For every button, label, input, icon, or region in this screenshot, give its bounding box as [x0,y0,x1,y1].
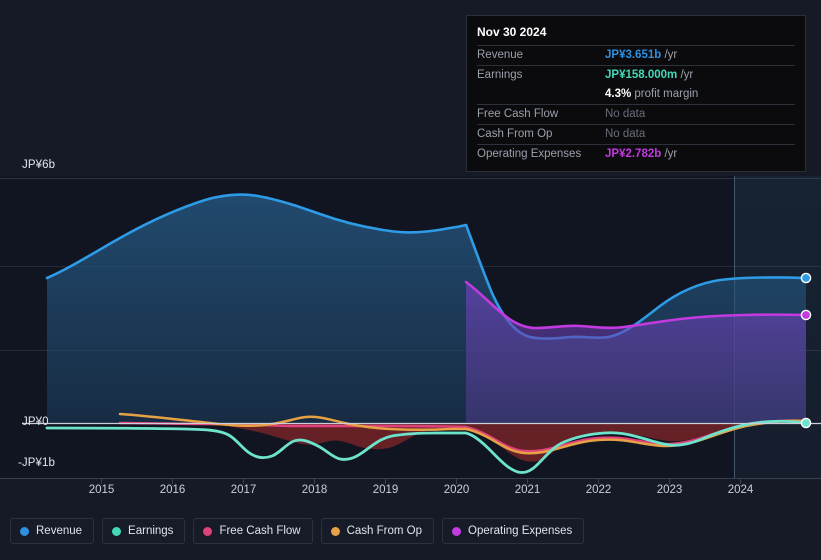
x-axis-tick-2015: 2015 [88,484,115,496]
tooltip-row: Operating Expenses JP¥2.782b /yr [477,144,795,164]
chart-legend: Revenue Earnings Free Cash Flow Cash From O… [10,518,585,544]
tooltip-amount: 4.3% [605,88,632,100]
tooltip-no-data: No data [605,128,646,140]
tooltip-row-value: No data [605,128,645,140]
tooltip-row: Revenue JP¥3.651b /yr [477,45,795,65]
endpoint-opex [800,309,812,321]
tooltip-amount: JP¥2.782b [605,148,662,160]
x-axis-tick-2024: 2024 [727,484,754,496]
y-axis-label-negative: -JP¥1b [18,457,56,469]
legend-color-dot-icon [452,526,462,536]
legend-item-label: Free Cash Flow [219,525,301,537]
x-axis-tick-2021: 2021 [514,484,541,496]
legend-item-revenue[interactable]: Revenue [10,518,95,544]
tooltip-date: Nov 30 2024 [477,25,547,39]
x-axis-tick-2016: 2016 [159,484,186,496]
tooltip-unit: /yr [661,148,678,160]
tooltip-row-value: No data [605,108,645,120]
x-axis-tick-2023: 2023 [656,484,683,496]
tooltip-row-label: Earnings [477,69,523,81]
x-axis-tick-2017: 2017 [230,484,257,496]
financial-chart-widget: JP¥6b JP¥0 -JP¥1b 2015 2016 2017 2018 2019 20… [0,0,821,560]
endpoint-revenue [800,272,812,284]
legend-color-dot-icon [112,526,122,536]
tooltip-row-value: 4.3% profit margin [605,88,698,100]
tooltip-unit: /yr [661,49,678,61]
tooltip-row-value: JP¥158.000m /yr [605,69,693,81]
legend-color-dot-icon [20,526,29,536]
legend-item-free-cash-flow[interactable]: Free Cash Flow [193,518,313,544]
x-axis-tick-2018: 2018 [301,484,328,496]
tooltip-row-label: Operating Expenses [477,148,582,160]
tooltip-row: Free Cash Flow No data [477,104,795,124]
data-tooltip: Nov 30 2024 Revenue JP¥3.651b /yr Earnings… [466,15,806,172]
legend-item-label: Revenue [36,525,83,537]
legend-item-label: Earnings [128,525,174,537]
legend-item-label: Cash From Op [346,525,423,537]
tooltip-no-data: No data [605,108,646,120]
tooltip-row-value: JP¥2.782b /yr [605,148,677,160]
x-axis-tick-2020: 2020 [443,484,470,496]
tooltip-unit: /yr [677,69,694,81]
tooltip-row: Cash From Op No data [477,124,795,144]
tooltip-row: Earnings JP¥158.000m /yr [477,65,795,85]
tooltip-row: 4.3% profit margin [477,85,795,104]
tooltip-row-label: Free Cash Flow [477,108,559,120]
tooltip-row-value: JP¥3.651b /yr [605,49,677,61]
tooltip-unit: profit margin [631,88,699,100]
endpoint-earnings [800,417,812,429]
tooltip-amount: JP¥158.000m [605,69,678,81]
legend-item-cash-from-op[interactable]: Cash From Op [320,518,435,544]
tooltip-row-label: Revenue [477,49,524,61]
legend-item-operating-expenses[interactable]: Operating Expenses [442,518,585,544]
tooltip-amount: JP¥3.651b [605,49,662,61]
tooltip-row-label: Cash From Op [477,128,553,140]
y-axis-label-zero: JP¥0 [22,416,49,428]
legend-color-dot-icon [203,526,213,536]
legend-item-earnings[interactable]: Earnings [102,518,186,544]
y-axis-label-top: JP¥6b [22,159,56,171]
tooltip-rows: Revenue JP¥3.651b /yr Earnings JP¥158.000m … [477,45,795,164]
legend-item-label: Operating Expenses [468,525,573,537]
legend-color-dot-icon [330,526,340,536]
x-axis-tick-2019: 2019 [372,484,399,496]
x-axis-labels: 2015 2016 2017 2018 2019 2020 2021 2022 2023 2024 [0,484,821,500]
x-axis-tick-2022: 2022 [585,484,612,496]
